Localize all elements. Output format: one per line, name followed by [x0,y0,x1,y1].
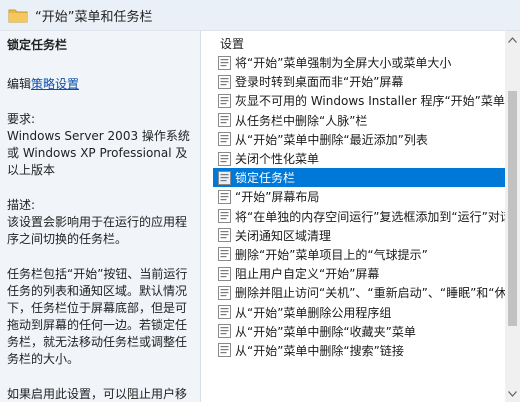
settings-list-item[interactable]: 关闭个性化菜单 [213,149,505,168]
settings-item-label: 登录时转到桌面而非“开始”屏幕 [235,75,404,90]
settings-list-item[interactable]: 关闭通知区域清理 [213,226,505,245]
policy-setting-icon [217,343,231,358]
policy-setting-icon [217,189,231,204]
settings-item-label: “开始”屏幕布局 [235,190,320,205]
settings-list-item[interactable]: 从“开始”菜单删除公用程序组 [213,302,505,321]
chevron-up-icon[interactable] [505,31,520,48]
policy-setting-icon [217,74,231,89]
policy-setting-icon [217,209,231,224]
settings-list: 将“开始”菜单强制为全屏大小或菜单大小 登录时转到桌面而非“开始”屏幕灰显不可用的… [213,53,505,402]
settings-list-item[interactable]: 灰显不可用的 Windows Installer 程序“开始”菜单 [213,91,505,110]
policy-setting-icon [217,285,231,300]
settings-item-label: 阻止用户自定义“开始”屏幕 [235,267,380,282]
settings-list-item[interactable]: 从任务栏中删除“人脉”栏 [213,111,505,130]
policy-setting-icon [217,266,231,281]
policy-setting-icon [217,324,231,339]
policy-setting-icon [217,151,231,166]
settings-list-item[interactable]: 锁定任务栏 [213,168,505,188]
settings-list-item[interactable]: 删除“开始”菜单项目上的“气球提示” [213,245,505,264]
settings-list-item[interactable]: 登录时转到桌面而非“开始”屏幕 [213,72,505,91]
description-pane: 锁定任务栏 编辑策略设置 要求: Windows Server 2003 操作系… [0,31,201,402]
settings-list-item[interactable]: 从“开始”菜单中删除“搜索”链接 [213,341,505,360]
settings-column-header[interactable]: 设置 [220,35,244,52]
settings-item-label: 删除“开始”菜单项目上的“气球提示” [235,247,428,262]
window-title-bar: “开始”菜单和任务栏 [0,0,520,31]
folder-icon [7,6,29,24]
settings-item-label: 关闭个性化菜单 [235,152,320,167]
policy-setting-icon [217,55,231,70]
settings-pane: 设置 将“开始”菜单强制为全屏大小或菜单大小 登录时转到桌面而非“开始”屏幕灰显不… [201,31,520,402]
policy-setting-icon [217,228,231,243]
settings-item-label: 灰显不可用的 Windows Installer 程序“开始”菜单 [235,94,505,109]
policy-setting-icon [217,305,231,320]
settings-item-label: 从“开始”菜单中删除“最近添加”列表 [235,132,428,147]
settings-item-label: 删除并阻止访问“关机”、“重新启动”、“睡眠”和“休 [235,286,505,301]
edit-policy-link[interactable]: 策略设置 [31,77,79,91]
policy-setting-icon [217,132,231,147]
settings-list-item[interactable]: 将“开始”菜单强制为全屏大小或菜单大小 [213,53,505,72]
settings-list-item[interactable]: 从“开始”菜单中删除“收藏夹”菜单 [213,322,505,341]
vertical-scrollbar[interactable] [505,31,520,402]
scrollbar-thumb[interactable] [508,91,517,326]
description-label: 描述: [7,198,36,212]
policy-setting-icon [217,170,231,185]
settings-list-item[interactable]: 从“开始”菜单中删除“最近添加”列表 [213,130,505,149]
description-text: 该设置会影响用于在运行的应用程序之间切换的任务栏。 [7,215,188,246]
settings-item-label: 从“开始”菜单中删除“搜索”链接 [235,343,404,358]
description-section: 描述: 该设置会影响用于在运行的应用程序之间切换的任务栏。 [7,197,190,248]
chevron-down-icon[interactable] [505,385,520,402]
policy-setting-icon [217,93,231,108]
policy-setting-icon [217,247,231,262]
requirements-section: 要求: Windows Server 2003 操作系统或 Windows XP… [7,111,190,179]
settings-list-item[interactable]: 删除并阻止访问“关机”、“重新启动”、“睡眠”和“休 [213,283,505,302]
settings-list-item[interactable]: 将“在单独的内存空间运行”复选框添加到“运行”对话 [213,207,505,226]
requirements-label: 要求: [7,112,36,126]
policy-setting-icon [217,113,231,128]
window-title: “开始”菜单和任务栏 [35,9,153,25]
settings-item-label: 将“开始”菜单强制为全屏大小或菜单大小 [235,56,452,71]
settings-item-label: 从“开始”菜单删除公用程序组 [235,305,392,320]
settings-item-label: 关闭通知区域清理 [235,228,332,243]
settings-item-label: 将“在单独的内存空间运行”复选框添加到“运行”对话 [235,209,505,224]
edit-line: 编辑策略设置 [7,76,190,93]
settings-item-label: 从“开始”菜单中删除“收藏夹”菜单 [235,324,416,339]
settings-item-label: 从任务栏中删除“人脉”栏 [235,113,368,128]
edit-prefix: 编辑 [7,77,32,91]
settings-list-item[interactable]: 阻止用户自定义“开始”屏幕 [213,264,505,283]
settings-list-item[interactable]: “开始”屏幕布局 [213,187,505,206]
requirements-text: Windows Server 2003 操作系统或 Windows XP Pro… [7,129,190,177]
enable-explanation: 如果启用此设置，可以阻止用户移动任务栏或调整任务栏的大小。如 [7,387,188,401]
settings-item-label: 锁定任务栏 [235,171,296,186]
taskbar-explanation: 任务栏包括“开始”按钮、当前运行任务的列表和通知区域。默认情况下，任务栏位于屏幕… [7,267,188,366]
setting-heading: 锁定任务栏 [7,38,68,52]
